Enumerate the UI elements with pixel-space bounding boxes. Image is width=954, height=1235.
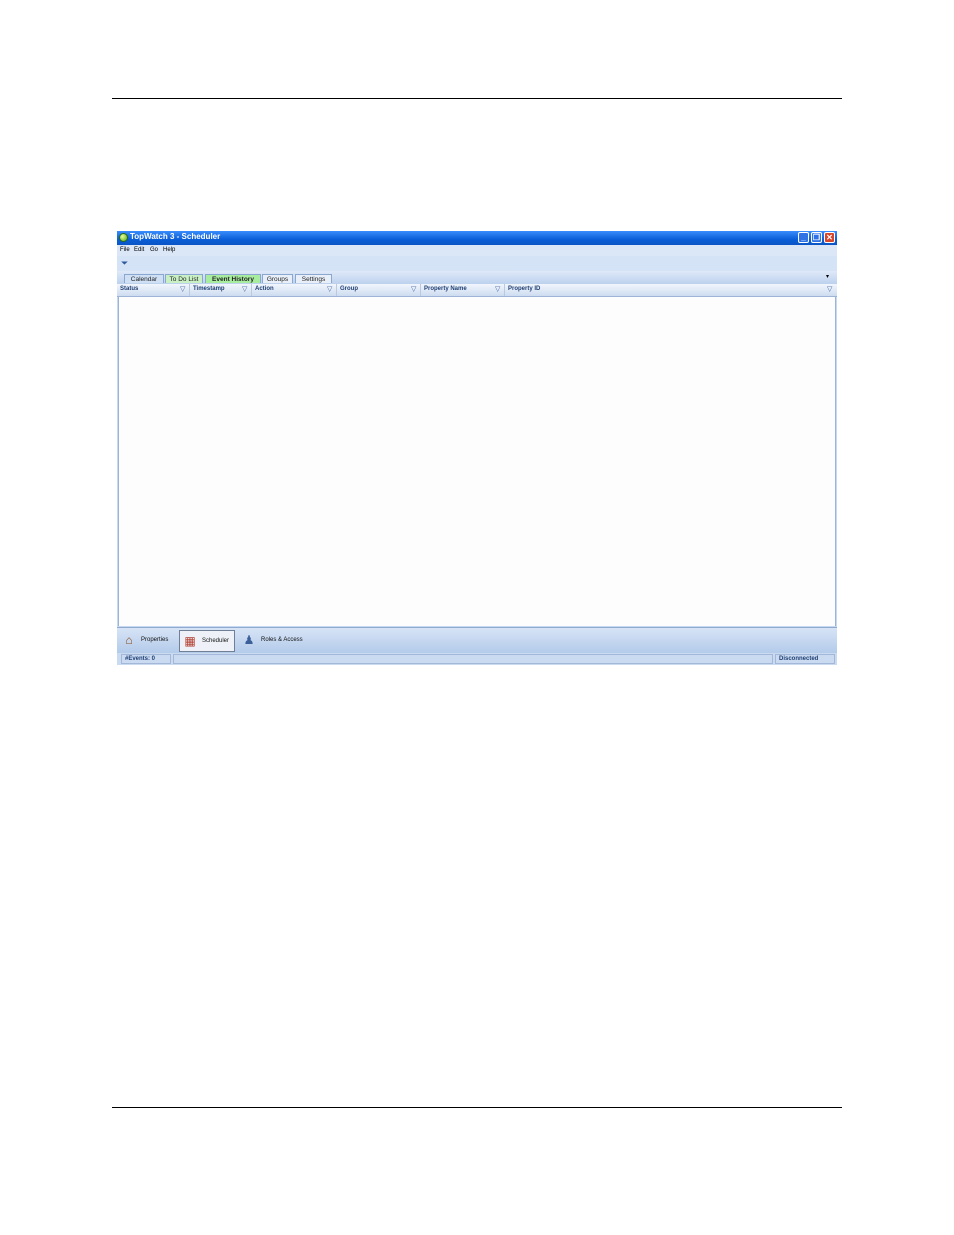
column-filter-icon[interactable]: ▽ (180, 285, 185, 293)
toolbar: ⏷ (117, 256, 837, 271)
tab-bar: Calendar To Do List Event History Groups… (117, 271, 837, 284)
filter-icon[interactable]: ⏷ (121, 259, 128, 268)
menu-help[interactable]: Help (163, 247, 175, 253)
status-message (173, 654, 773, 664)
calendar-icon: ▦ (184, 634, 196, 648)
maximize-button[interactable]: ❐ (811, 232, 822, 243)
tab-groups[interactable]: Groups (262, 274, 293, 283)
nav-properties-button[interactable]: ⌂ Properties (119, 630, 177, 652)
connection-status: Disconnected (775, 654, 835, 664)
nav-label: Scheduler (202, 638, 230, 644)
menu-go[interactable]: Go (150, 247, 158, 253)
minimize-button[interactable]: _ (798, 232, 809, 243)
tab-event-history[interactable]: Event History (205, 274, 261, 283)
column-header-status[interactable]: Status ▽ (117, 284, 190, 296)
column-label: Timestamp (193, 286, 225, 292)
column-label: Action (255, 286, 274, 292)
navigation-bar: ⌂ Properties ▦ Scheduler ♟ Roles & Acces… (117, 627, 837, 653)
status-bar: #Events: 0 Disconnected (117, 653, 837, 665)
column-filter-icon[interactable]: ▽ (495, 285, 500, 293)
column-label: Group (340, 286, 358, 292)
window-title: TopWatch 3 - Scheduler (130, 232, 221, 241)
column-filter-icon[interactable]: ▽ (827, 285, 832, 293)
nav-scheduler-button[interactable]: ▦ Scheduler (179, 630, 235, 652)
page-rule-bottom (112, 1107, 842, 1108)
tab-overflow-icon[interactable]: ▾ (826, 273, 829, 280)
column-header-property-name[interactable]: Property Name ▽ (421, 284, 505, 296)
tab-settings[interactable]: Settings (295, 274, 332, 283)
column-header-group[interactable]: Group ▽ (337, 284, 421, 296)
column-label: Property Name (424, 286, 467, 292)
menu-edit[interactable]: Edit (134, 247, 144, 253)
column-label: Status (120, 286, 139, 292)
title-bar: TopWatch 3 - Scheduler _ ❐ ✕ (117, 231, 837, 245)
roles-icon: ♟ (243, 633, 255, 647)
event-history-grid[interactable] (118, 297, 836, 626)
application-window: TopWatch 3 - Scheduler _ ❐ ✕ File Edit G… (117, 231, 837, 665)
column-header-action[interactable]: Action ▽ (252, 284, 337, 296)
column-label: Property ID (508, 286, 541, 292)
menu-file[interactable]: File (120, 247, 130, 253)
nav-label: Properties (141, 637, 169, 643)
column-header-property-id[interactable]: Property ID ▽ (505, 284, 837, 296)
nav-roles-access-button[interactable]: ♟ Roles & Access (239, 630, 319, 652)
events-count: #Events: 0 (121, 654, 171, 664)
close-button[interactable]: ✕ (824, 232, 835, 243)
column-filter-icon[interactable]: ▽ (411, 285, 416, 293)
menu-bar: File Edit Go Help (117, 245, 837, 256)
nav-label: Roles & Access (261, 637, 303, 643)
grid-header: Status ▽ Timestamp ▽ Action ▽ Group ▽ Pr… (117, 284, 837, 297)
column-header-timestamp[interactable]: Timestamp ▽ (190, 284, 252, 296)
tab-to-do-list[interactable]: To Do List (165, 274, 203, 283)
properties-icon: ⌂ (125, 633, 133, 647)
page-rule-top (112, 98, 842, 99)
tab-calendar[interactable]: Calendar (124, 274, 164, 283)
column-filter-icon[interactable]: ▽ (242, 285, 247, 293)
app-icon (119, 233, 128, 242)
column-filter-icon[interactable]: ▽ (327, 285, 332, 293)
